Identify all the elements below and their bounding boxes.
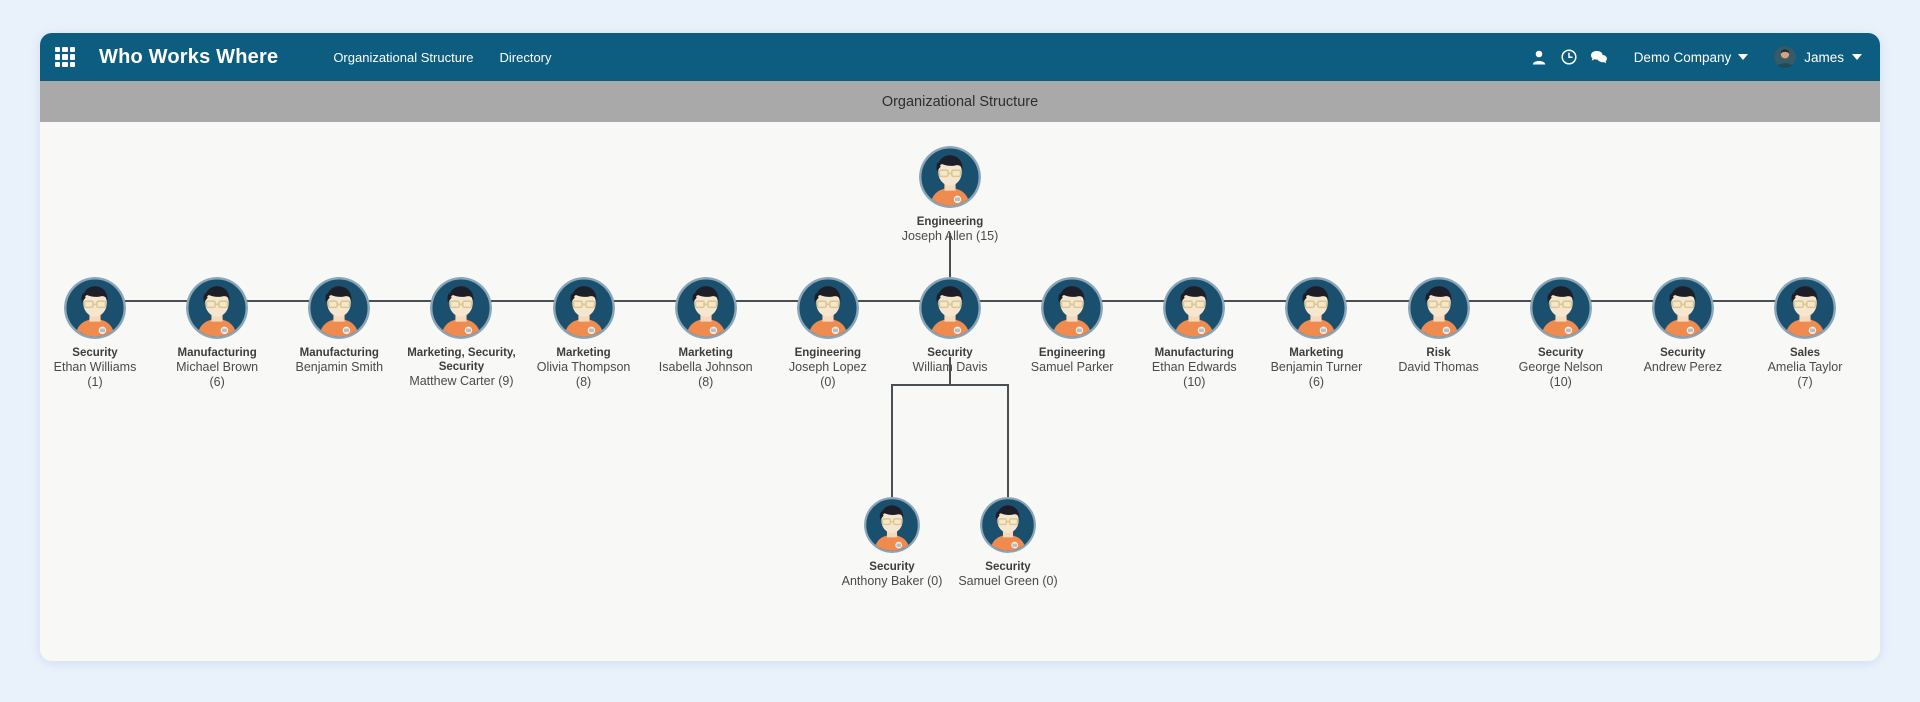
org-node-amelia-taylor[interactable]: Sales Amelia Taylor (7) <box>1747 277 1863 390</box>
node-department: Security <box>1538 347 1584 359</box>
org-chart-canvas[interactable]: Engineering Joseph Allen (15) Security Etha… <box>40 122 1880 661</box>
node-person: Amelia Taylor <box>1767 360 1843 374</box>
clock-icon[interactable] <box>1554 33 1584 81</box>
user-name: James <box>1804 49 1844 65</box>
node-person: Ethan Edwards <box>1151 360 1237 374</box>
connector-line <box>891 384 893 497</box>
node-person: Samuel Green (0) <box>958 574 1058 588</box>
node-count: (7) <box>1797 375 1813 389</box>
node-department: Marketing <box>678 347 733 359</box>
node-person: Ethan Williams <box>53 360 137 374</box>
org-node-olivia-thompson[interactable]: Marketing Olivia Thompson (8) <box>526 277 642 390</box>
chevron-down-icon <box>1738 54 1749 60</box>
chat-icon[interactable] <box>1584 33 1614 81</box>
node-person: Benjamin Turner <box>1270 360 1363 374</box>
company-label: Demo Company <box>1633 49 1732 65</box>
node-department: Security <box>1660 347 1706 359</box>
connector-line <box>891 384 1009 386</box>
node-person: George Nelson <box>1518 360 1603 374</box>
nav-directory[interactable]: Directory <box>500 50 552 65</box>
node-person: Anthony Baker (0) <box>841 574 943 588</box>
node-count: (1) <box>87 375 103 389</box>
node-department: Marketing <box>556 347 611 359</box>
avatar <box>1774 46 1797 68</box>
node-department: Manufacturing <box>177 347 257 359</box>
org-node-joseph-lopez[interactable]: Engineering Joseph Lopez (0) <box>770 277 886 390</box>
company-selector[interactable]: Demo Company <box>1634 50 1749 65</box>
node-department: Engineering <box>916 216 984 228</box>
node-department: Engineering <box>794 347 862 359</box>
org-node-andrew-perez[interactable]: Security Andrew Perez <box>1625 277 1741 375</box>
org-node-benjamin-turner[interactable]: Marketing Benjamin Turner (6) <box>1258 277 1374 390</box>
org-node-george-nelson[interactable]: Security George Nelson (10) <box>1503 277 1619 390</box>
org-node-michael-brown[interactable]: Manufacturing Michael Brown (6) <box>159 277 275 390</box>
page-title: Organizational Structure <box>881 93 1039 110</box>
user-menu[interactable]: James <box>1774 46 1862 68</box>
org-node-ethan-williams[interactable]: Security Ethan Williams (1) <box>40 277 153 390</box>
node-person: Joseph Lopez <box>788 360 867 374</box>
node-person: Isabella Johnson <box>658 360 753 374</box>
org-node-samuel-green[interactable]: Security Samuel Green (0) <box>950 497 1066 589</box>
node-department: Marketing <box>1289 347 1344 359</box>
node-count: (10) <box>1549 375 1572 389</box>
node-count: (8) <box>575 375 592 389</box>
node-person: Olivia Thompson <box>536 360 631 374</box>
node-person: Matthew Carter (9) <box>409 374 514 388</box>
node-person: Benjamin Smith <box>295 360 384 374</box>
app-window: Who Works Where Organizational Structure… <box>40 33 1880 661</box>
org-node-ethan-edwards[interactable]: Manufacturing Ethan Edwards (10) <box>1136 277 1252 390</box>
org-node-matthew-carter[interactable]: Marketing, Security, Security Matthew Car… <box>403 277 519 389</box>
node-department: Sales <box>1789 347 1821 359</box>
node-department: Security <box>869 561 915 573</box>
node-count: (6) <box>209 375 225 389</box>
node-department: Marketing, Security, Security <box>407 347 516 373</box>
chevron-down-icon <box>1852 54 1862 60</box>
nav-organizational-structure[interactable]: Organizational Structure <box>333 50 473 65</box>
node-department: Risk <box>1426 347 1451 359</box>
grid-apps-icon[interactable] <box>55 47 75 67</box>
connector-line <box>949 357 951 386</box>
org-node-samuel-parker[interactable]: Engineering Samuel Parker <box>1014 277 1130 375</box>
node-person: David Thomas <box>1398 360 1479 374</box>
org-node-david-thomas[interactable]: Risk David Thomas <box>1381 277 1497 375</box>
top-navigation-bar: Who Works Where Organizational Structure… <box>40 33 1880 81</box>
node-count: (0) <box>820 375 836 389</box>
app-brand-title: Who Works Where <box>99 45 279 68</box>
node-department: Manufacturing <box>1154 347 1234 359</box>
node-person: Andrew Perez <box>1643 360 1723 374</box>
page-title-bar: Organizational Structure <box>40 81 1880 122</box>
main-nav: Organizational Structure Directory <box>333 50 551 65</box>
node-department: Security <box>985 561 1031 573</box>
node-person: Michael Brown <box>176 360 259 374</box>
connector-line <box>1007 384 1009 497</box>
node-count: (10) <box>1183 375 1206 389</box>
top-bar-right-cluster: Demo Company James <box>1524 33 1862 81</box>
org-node-joseph-allen[interactable]: Engineering Joseph Allen (15) <box>892 146 1008 244</box>
org-node-anthony-baker[interactable]: Security Anthony Baker (0) <box>834 497 950 589</box>
node-department: Manufacturing <box>299 347 379 359</box>
org-node-benjamin-smith[interactable]: Manufacturing Benjamin Smith <box>281 277 397 375</box>
user-icon[interactable] <box>1524 33 1554 81</box>
node-person: Samuel Parker <box>1030 360 1114 374</box>
node-count: (8) <box>698 375 714 389</box>
org-node-isabella-johnson[interactable]: Marketing Isabella Johnson (8) <box>648 277 764 390</box>
node-count: (6) <box>1308 375 1325 389</box>
node-department: Engineering <box>1038 347 1106 359</box>
node-department: Security <box>72 347 118 359</box>
